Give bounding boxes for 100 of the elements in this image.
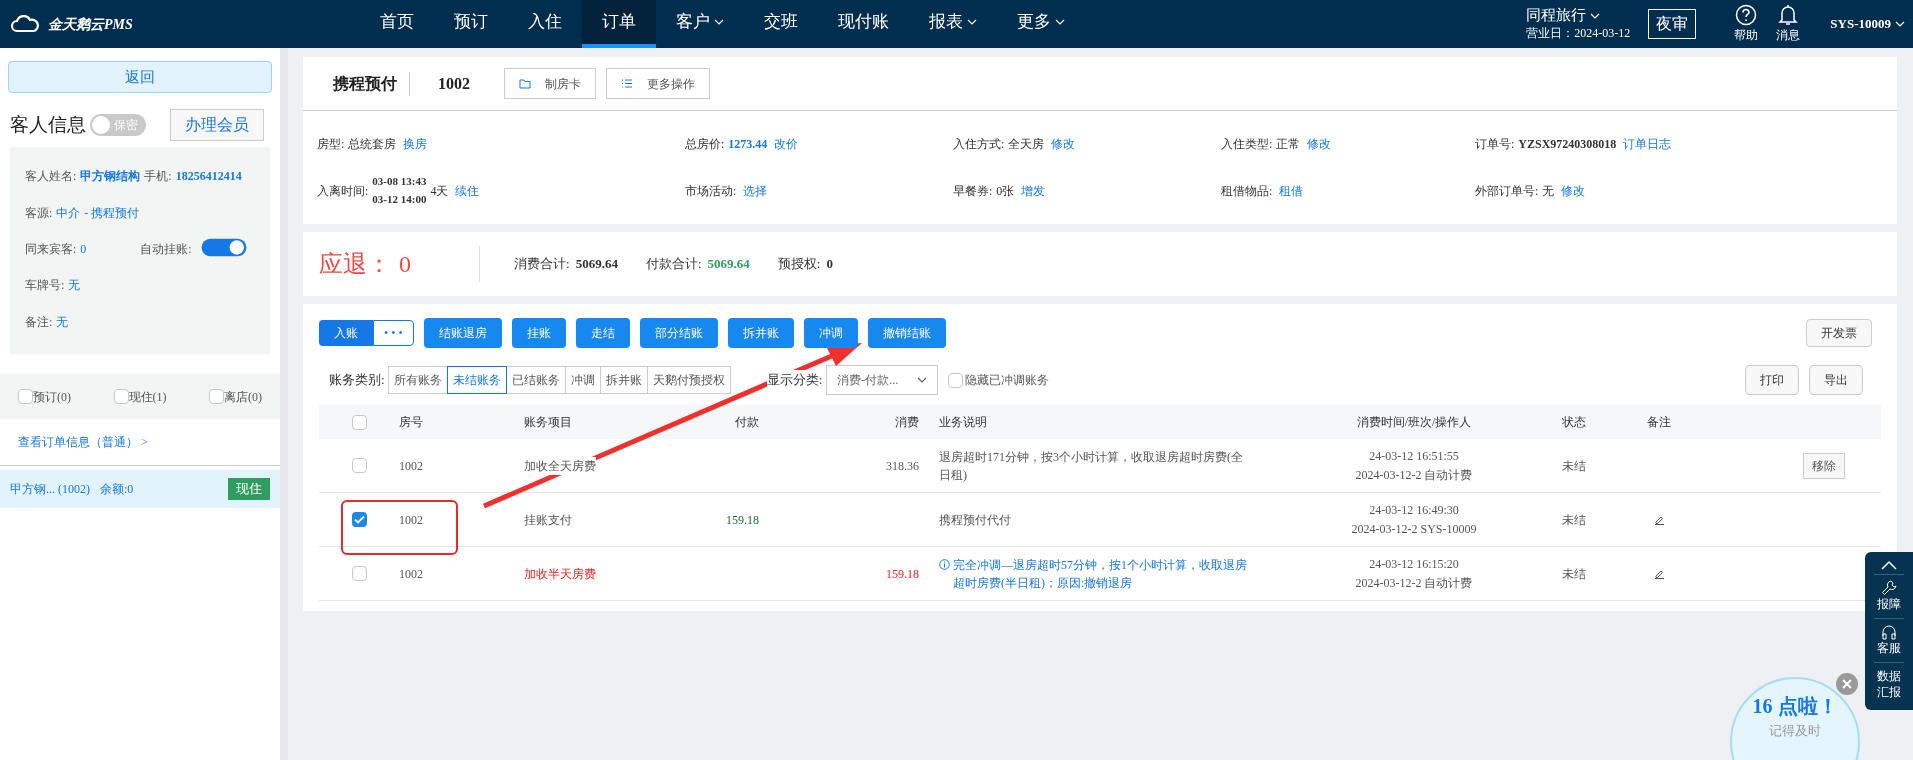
pencil-icon[interactable] — [1653, 568, 1665, 580]
toggle-switch[interactable] — [201, 238, 247, 256]
nav-tab[interactable]: 预订 — [434, 0, 508, 48]
hotel-name[interactable]: 同程旅行 — [1526, 6, 1631, 26]
category-tab[interactable]: 冲调 — [564, 366, 601, 395]
cloud-logo-icon — [10, 15, 40, 33]
table-cell-text: 1002 — [399, 511, 424, 529]
table-cell-text: 24-03-12 16:49:30 — [1369, 501, 1459, 519]
nav-tab[interactable]: 更多 — [997, 0, 1085, 48]
ledger-action-button[interactable]: 部分结账 — [639, 318, 718, 349]
table-cell-text: 退房超时171分钟，按3个小时计算，收取退房超时房费(全日租) — [939, 448, 1244, 484]
help-icon[interactable] — [1735, 4, 1758, 26]
filter-label[interactable]: 现住(1) — [128, 387, 167, 406]
order-info-link[interactable]: 查看订单信息（普通） > — [0, 419, 280, 466]
nav-tab[interactable]: 订单 — [582, 0, 656, 48]
print-button[interactable]: 打印 — [1745, 365, 1799, 396]
headset-icon[interactable] — [1881, 623, 1897, 640]
plate-value[interactable]: 无 — [68, 276, 81, 294]
table-cell: 加收半天房费 — [524, 564, 596, 583]
toolbar-label[interactable]: 报障 — [1876, 596, 1902, 613]
nav-tab[interactable]: 报表 — [909, 0, 997, 48]
summary-label: 付款合计: — [645, 255, 702, 274]
detail-link[interactable]: 选择 — [743, 181, 768, 200]
nav-tab[interactable]: 客户 — [656, 0, 744, 48]
chevron-down-icon — [1590, 13, 1601, 20]
channel-value[interactable]: - 携程预付 — [84, 204, 140, 222]
business-day: 营业日：2024-03-12 — [1526, 25, 1631, 42]
detail-label: 入住方式: — [953, 136, 1005, 153]
detail-link[interactable]: 换房 — [403, 135, 428, 153]
chevron-up-icon[interactable] — [1881, 560, 1897, 570]
reminder-bubble[interactable]: 16 点啦！ 记得及时 — [1730, 677, 1860, 760]
pencil-icon[interactable] — [1653, 514, 1665, 526]
detail-link[interactable]: 修改 — [1307, 135, 1332, 153]
category-tab[interactable]: 所有账务 — [387, 366, 448, 395]
table-cell-text: 318.36 — [885, 457, 920, 475]
detail-link[interactable]: 修改 — [1051, 135, 1076, 153]
checkbox[interactable] — [351, 512, 367, 528]
ledger-action-button[interactable]: 结账退房 — [423, 318, 502, 349]
detail-link[interactable]: 订单日志 — [1623, 135, 1672, 153]
filter-label[interactable]: 离店(0) — [224, 387, 262, 406]
member-button[interactable]: 办理会员 — [170, 109, 264, 141]
ledger-action-button[interactable]: 拆并账 — [727, 318, 794, 349]
checkbox[interactable] — [351, 458, 367, 474]
nav-tab[interactable]: 入住 — [508, 0, 582, 48]
note-value[interactable]: 无 — [56, 313, 69, 331]
filter-label[interactable]: 预订(0) — [33, 387, 71, 406]
checkbox[interactable] — [948, 372, 964, 388]
wrench-icon[interactable] — [1881, 580, 1897, 596]
toolbar-label[interactable]: 客服 — [1876, 639, 1902, 657]
column-header: 消费时间/班次/操作人 — [1355, 414, 1473, 432]
nav-tab[interactable]: 现付账 — [818, 0, 909, 48]
room-list-item[interactable]: 甲方钢... (1002) 余额:0 现住 — [0, 470, 280, 508]
post-button[interactable]: 入账 — [319, 320, 373, 347]
refund-label: 应退： — [319, 250, 391, 280]
toolbar-label[interactable]: 数据汇报 — [1876, 667, 1902, 702]
table-cell-text: 2024-03-12-2 自动计费 — [1355, 574, 1473, 592]
detail-value: 0张 — [996, 182, 1015, 200]
detail-link[interactable]: 改价 — [774, 135, 799, 153]
back-button[interactable]: 返回 — [8, 61, 272, 93]
detail-link[interactable]: 修改 — [1561, 181, 1586, 200]
field-label: 备注: — [25, 314, 53, 331]
list-icon — [621, 79, 633, 88]
display-select[interactable]: 消费-付款... — [826, 365, 939, 396]
category-tab[interactable]: 未结账务 — [446, 366, 507, 395]
messages-label[interactable]: 消息 — [1776, 26, 1801, 44]
nav-tab[interactable]: 交班 — [744, 0, 818, 48]
checkbox[interactable] — [351, 414, 367, 430]
user-menu[interactable]: SYS-10009 — [1830, 14, 1905, 34]
night-audit-button[interactable]: 夜审 — [1648, 9, 1697, 39]
more-options-button[interactable]: • • • — [373, 320, 414, 347]
field-label: 同来宾客: — [25, 241, 77, 258]
category-tab[interactable]: 已结账务 — [505, 366, 566, 395]
detail-link[interactable]: 增发 — [1021, 181, 1046, 200]
table-cell-text: 携程预付代付 — [939, 511, 1011, 529]
source-value[interactable]: 中介 — [56, 204, 81, 222]
close-icon[interactable] — [1836, 673, 1858, 695]
export-button[interactable]: 导出 — [1809, 365, 1863, 396]
invoice-button[interactable]: 开发票 — [1806, 319, 1872, 348]
companions-value[interactable]: 0 — [80, 240, 137, 258]
checkbox[interactable] — [18, 389, 33, 404]
category-tab[interactable]: 天鹅付预授权 — [646, 366, 731, 395]
remove-button[interactable]: 移除 — [1803, 452, 1845, 479]
category-tab[interactable]: 拆并账 — [599, 366, 648, 395]
help-label[interactable]: 帮助 — [1734, 26, 1759, 44]
guest-name[interactable]: 甲方钢结构 — [80, 167, 141, 185]
action-button[interactable]: 制房卡 — [504, 68, 596, 99]
action-button[interactable]: 更多操作 — [606, 68, 710, 99]
detail-value: 4天 — [430, 182, 449, 200]
checkbox-label[interactable]: 隐藏已冲调账务 — [965, 371, 1050, 390]
checkbox[interactable] — [113, 389, 129, 404]
ledger-action-button[interactable]: 挂账 — [511, 318, 566, 349]
checkbox[interactable] — [351, 566, 367, 582]
ledger-action-button[interactable]: 走结 — [575, 318, 630, 349]
ledger-action-button[interactable]: 撤销结账 — [867, 318, 946, 349]
detail-link[interactable]: 续住 — [455, 181, 480, 200]
bell-icon[interactable] — [1778, 4, 1799, 26]
nav-tab[interactable]: 首页 — [360, 0, 434, 48]
detail-link[interactable]: 租借 — [1279, 181, 1304, 200]
ledger-action-button[interactable]: 冲调 — [803, 318, 858, 349]
checkbox[interactable] — [209, 389, 224, 404]
